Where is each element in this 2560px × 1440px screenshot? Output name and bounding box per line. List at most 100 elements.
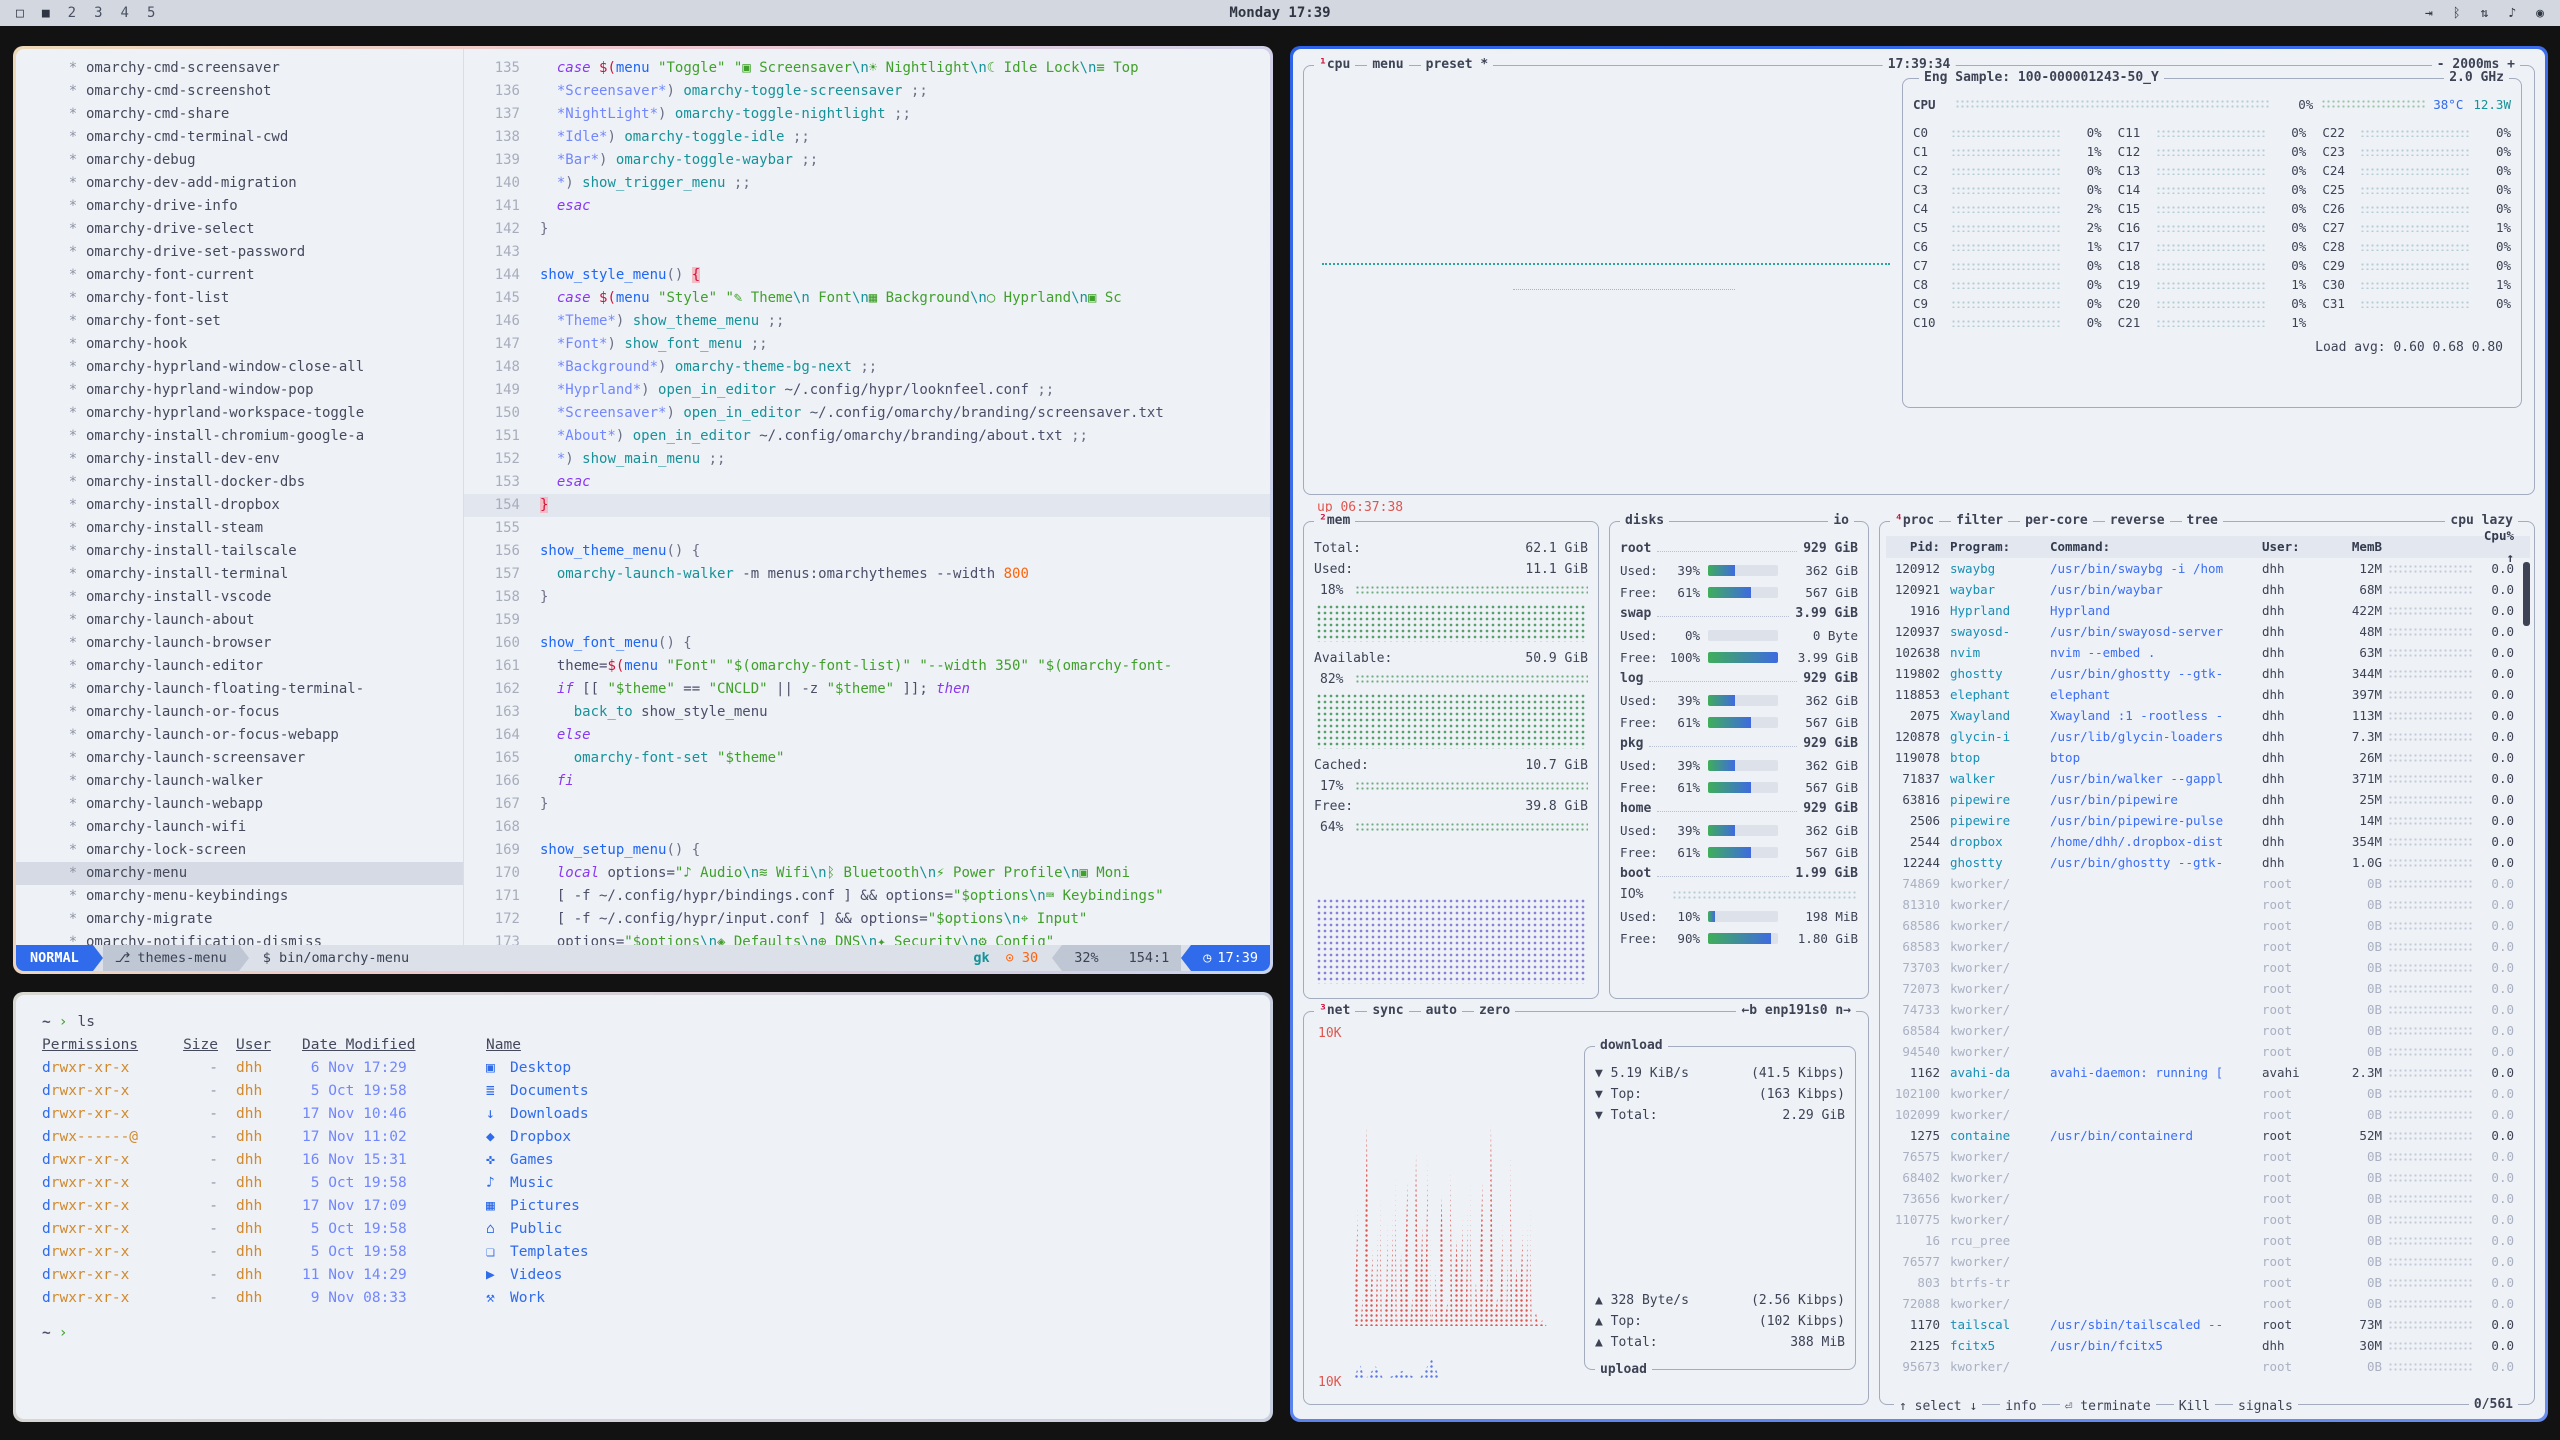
file-item[interactable]: *omarchy-launch-wifi xyxy=(16,816,463,839)
code-line[interactable]: 154} xyxy=(464,494,1270,517)
folder-link[interactable]: ❏Templates xyxy=(468,1241,589,1264)
proc-footer-item[interactable]: ↑ select ↓ xyxy=(1894,1399,1982,1414)
file-item[interactable]: *omarchy-font-current xyxy=(16,264,463,287)
file-item[interactable]: *omarchy-cmd-screensaver xyxy=(16,57,463,80)
process-row[interactable]: 68402kworker/root0B0.0 xyxy=(1886,1167,2530,1188)
process-row[interactable]: 1275containe/usr/bin/containerdroot52M0.… xyxy=(1886,1125,2530,1146)
file-item[interactable]: *omarchy-migrate xyxy=(16,908,463,931)
file-item[interactable]: *omarchy-drive-set-password xyxy=(16,241,463,264)
code-line[interactable]: 151 *About*) open_in_editor ~/.config/om… xyxy=(464,425,1270,448)
workspace-overview-icon[interactable]: □ xyxy=(16,6,24,21)
code-line[interactable]: 149 *Hyprland*) open_in_editor ~/.config… xyxy=(464,379,1270,402)
file-item[interactable]: *omarchy-launch-webapp xyxy=(16,793,463,816)
file-item[interactable]: *omarchy-hyprland-workspace-toggle xyxy=(16,402,463,425)
proc-footer-item[interactable]: Kill xyxy=(2174,1399,2215,1414)
proc-col-header[interactable]: User: xyxy=(2262,536,2326,558)
code-line[interactable]: 169show_setup_menu() { xyxy=(464,839,1270,862)
proc-col-header[interactable]: Program: xyxy=(1950,536,2050,558)
file-item[interactable]: *omarchy-hyprland-window-pop xyxy=(16,379,463,402)
box-tab[interactable]: tree xyxy=(2182,512,2223,530)
process-row[interactable]: 63816pipewire/usr/bin/pipewiredhh25M0.0 xyxy=(1886,789,2530,810)
folder-link[interactable]: ▣Desktop xyxy=(468,1057,571,1080)
volume-icon[interactable]: ♪ xyxy=(2508,6,2516,21)
code-line[interactable]: 145 case $(menu "Style" "✎ Theme\n Font\… xyxy=(464,287,1270,310)
code-line[interactable]: 152 *) show_main_menu ;; xyxy=(464,448,1270,471)
code-line[interactable]: 160show_font_menu() { xyxy=(464,632,1270,655)
code-line[interactable]: 137 *NightLight*) omarchy-toggle-nightli… xyxy=(464,103,1270,126)
code-line[interactable]: 142} xyxy=(464,218,1270,241)
file-item[interactable]: *omarchy-font-set xyxy=(16,310,463,333)
folder-link[interactable]: ≣Documents xyxy=(468,1080,589,1103)
code-line[interactable]: 168 xyxy=(464,816,1270,839)
file-item[interactable]: *omarchy-launch-or-focus-webapp xyxy=(16,724,463,747)
code-line[interactable]: 157 omarchy-launch-walker -m menus:omarc… xyxy=(464,563,1270,586)
file-item[interactable]: *omarchy-lock-screen xyxy=(16,839,463,862)
code-line[interactable]: 162 if [[ "$theme" == "CNCLD" || -z "$th… xyxy=(464,678,1270,701)
proc-footer-item[interactable]: info xyxy=(2000,1399,2041,1414)
process-row[interactable]: 1162avahi-daavahi-daemon: running [avahi… xyxy=(1886,1062,2530,1083)
proc-col-header[interactable]: Command: xyxy=(2050,536,2262,558)
process-row[interactable]: 120937swayosd-/usr/bin/swayosd-serverdhh… xyxy=(1886,621,2530,642)
io-tab[interactable]: io xyxy=(1828,512,1854,530)
box-tab[interactable]: filter xyxy=(1951,512,2008,530)
folder-link[interactable]: ◆Dropbox xyxy=(468,1126,571,1149)
code-line[interactable]: 172 [ -f ~/.config/hypr/input.conf ] && … xyxy=(464,908,1270,931)
file-item[interactable]: *omarchy-install-vscode xyxy=(16,586,463,609)
box-tab[interactable]: per-core xyxy=(2020,512,2093,530)
code-line[interactable]: 165 omarchy-font-set "$theme" xyxy=(464,747,1270,770)
code-line[interactable]: 147 *Font*) show_font_menu ;; xyxy=(464,333,1270,356)
file-item[interactable]: *omarchy-dev-add-migration xyxy=(16,172,463,195)
prompt-line-2[interactable]: ~ › xyxy=(42,1322,1270,1345)
bluetooth-icon[interactable]: ᛒ xyxy=(2453,6,2461,21)
code-line[interactable]: 141 esac xyxy=(464,195,1270,218)
process-row[interactable]: 118853elephantelephantdhh397M0.0 xyxy=(1886,684,2530,705)
file-item[interactable]: *omarchy-install-steam xyxy=(16,517,463,540)
process-row[interactable]: 76577kworker/root0B0.0 xyxy=(1886,1251,2530,1272)
code-line[interactable]: 156show_theme_menu() { xyxy=(464,540,1270,563)
code-line[interactable]: 135 case $(menu "Toggle" "▣ Screensaver\… xyxy=(464,57,1270,80)
process-row[interactable]: 120878glycin-i/usr/lib/glycin-loadersdhh… xyxy=(1886,726,2530,747)
process-row[interactable]: 120912swaybg/usr/bin/swaybg -i /homdhh12… xyxy=(1886,558,2530,579)
box-tab[interactable]: ³net xyxy=(1314,1002,1355,1020)
box-tab[interactable]: reverse xyxy=(2105,512,2170,530)
box-tab[interactable]: ¹cpu xyxy=(1314,56,1355,74)
code-line[interactable]: 166 fi xyxy=(464,770,1270,793)
scrollbar-thumb[interactable] xyxy=(2523,562,2530,626)
process-row[interactable]: 71837walker/usr/bin/walker --gappldhh371… xyxy=(1886,768,2530,789)
code-line[interactable]: 139 *Bar*) omarchy-toggle-waybar ;; xyxy=(464,149,1270,172)
process-row[interactable]: 2075XwaylandXwayland :1 -rootless -dhh11… xyxy=(1886,705,2530,726)
code-line[interactable]: 170 local options="♪ Audio\n≋ Wifi\nᛒ Bl… xyxy=(464,862,1270,885)
code-line[interactable]: 143 xyxy=(464,241,1270,264)
proc-footer-item[interactable]: signals xyxy=(2233,1399,2298,1414)
file-item[interactable]: *omarchy-install-dev-env xyxy=(16,448,463,471)
file-item[interactable]: *omarchy-cmd-share xyxy=(16,103,463,126)
sort-mode[interactable]: cpu lazy xyxy=(2445,512,2518,530)
process-row[interactable]: 803btrfs-trroot0B0.0 xyxy=(1886,1272,2530,1293)
folder-link[interactable]: ▦Pictures xyxy=(468,1195,580,1218)
workspace-active-icon[interactable]: ■ xyxy=(42,6,50,21)
file-item[interactable]: *omarchy-launch-walker xyxy=(16,770,463,793)
file-item[interactable]: *omarchy-cmd-screenshot xyxy=(16,80,463,103)
process-row[interactable]: 74733kworker/root0B0.0 xyxy=(1886,999,2530,1020)
power-icon[interactable]: ◉ xyxy=(2536,6,2544,21)
file-item[interactable]: *omarchy-install-tailscale xyxy=(16,540,463,563)
process-row[interactable]: 119078btopbtopdhh26M0.0 xyxy=(1886,747,2530,768)
code-line[interactable]: 138 *Idle*) omarchy-toggle-idle ;; xyxy=(464,126,1270,149)
code-line[interactable]: 171 [ -f ~/.config/hypr/bindings.conf ] … xyxy=(464,885,1270,908)
file-item[interactable]: *omarchy-font-list xyxy=(16,287,463,310)
folder-link[interactable]: ▶Videos xyxy=(468,1264,562,1287)
folder-link[interactable]: ⌂Public xyxy=(468,1218,562,1241)
process-row[interactable]: 73656kworker/root0B0.0 xyxy=(1886,1188,2530,1209)
proc-col-header[interactable]: MemB xyxy=(2326,536,2382,558)
process-row[interactable]: 76575kworker/root0B0.0 xyxy=(1886,1146,2530,1167)
file-item[interactable]: *omarchy-drive-info xyxy=(16,195,463,218)
file-item[interactable]: *omarchy-launch-screensaver xyxy=(16,747,463,770)
net-interface[interactable]: ←b enp191s0 n→ xyxy=(1736,1002,1856,1020)
box-tab[interactable]: zero xyxy=(1474,1002,1515,1020)
process-row[interactable]: 102638nvimnvim --embed .dhh63M0.0 xyxy=(1886,642,2530,663)
code-line[interactable]: 167} xyxy=(464,793,1270,816)
process-row[interactable]: 81310kworker/root0B0.0 xyxy=(1886,894,2530,915)
process-row[interactable]: 2125fcitx5/usr/bin/fcitx5dhh30M0.0 xyxy=(1886,1335,2530,1356)
process-row[interactable]: 2544dropbox/home/dhh/.dropbox-distdhh354… xyxy=(1886,831,2530,852)
process-row[interactable]: 72088kworker/root0B0.0 xyxy=(1886,1293,2530,1314)
